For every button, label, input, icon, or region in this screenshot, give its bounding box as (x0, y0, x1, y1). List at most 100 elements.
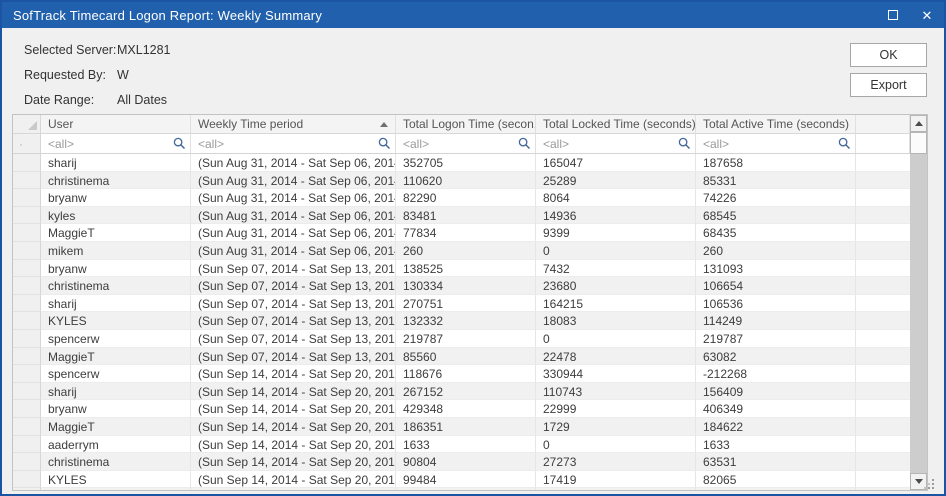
row-indicator[interactable] (13, 224, 41, 242)
scroll-up-button[interactable] (910, 115, 927, 132)
column-header-user[interactable]: User (41, 115, 191, 134)
table-row[interactable]: sharij(Sun Sep 14, 2014 - Sat Sep 20, 20… (13, 383, 910, 401)
row-indicator[interactable] (13, 242, 41, 260)
row-indicator[interactable] (13, 400, 41, 418)
table-row[interactable]: sharij(Sun Aug 31, 2014 - Sat Sep 06, 20… (13, 154, 910, 172)
cell-filler (856, 418, 910, 436)
cell-filler (856, 295, 910, 313)
cell-locked: 1729 (536, 418, 696, 436)
arrow-down-icon (915, 479, 923, 484)
cell-locked: 164215 (536, 295, 696, 313)
cell-locked: 22478 (536, 348, 696, 366)
close-button[interactable]: ✕ (910, 2, 944, 28)
cell-logon: 1633 (396, 436, 536, 454)
table-row[interactable]: christinema(Sun Sep 07, 2014 - Sat Sep 1… (13, 277, 910, 295)
cell-user: sharij (41, 295, 191, 313)
row-indicator[interactable] (13, 365, 41, 383)
row-indicator[interactable] (13, 471, 41, 489)
column-header-locked[interactable]: Total Locked Time (seconds) (536, 115, 696, 134)
row-indicator[interactable] (13, 330, 41, 348)
filter-locked[interactable]: <all> (536, 134, 696, 154)
row-indicator[interactable] (13, 207, 41, 225)
cell-user: bryanw (41, 400, 191, 418)
row-indicator[interactable] (13, 189, 41, 207)
ok-button[interactable]: OK (850, 43, 927, 67)
table-row[interactable]: sharij(Sun Sep 07, 2014 - Sat Sep 13, 20… (13, 295, 910, 313)
cell-user: MaggieT (41, 418, 191, 436)
column-header-active[interactable]: Total Active Time (seconds) (696, 115, 856, 134)
title-bar[interactable]: SofTrack Timecard Logon Report: Weekly S… (2, 2, 944, 28)
cell-period: (Sun Sep 14, 2014 - Sat Sep 20, 2014) (191, 418, 396, 436)
table-row[interactable]: KYLES(Sun Sep 07, 2014 - Sat Sep 13, 201… (13, 312, 910, 330)
table-row[interactable]: KYLES(Sun Sep 14, 2014 - Sat Sep 20, 201… (13, 471, 910, 489)
search-icon[interactable] (838, 137, 851, 150)
row-indicator[interactable] (13, 383, 41, 401)
cell-user: christinema (41, 277, 191, 295)
cell-logon: 82290 (396, 189, 536, 207)
maximize-button[interactable] (876, 2, 910, 28)
search-icon (20, 138, 22, 152)
filter-active[interactable]: <all> (696, 134, 856, 154)
table-row[interactable]: MaggieT(Sun Sep 07, 2014 - Sat Sep 13, 2… (13, 348, 910, 366)
filter-user[interactable]: <all> (41, 134, 191, 154)
vertical-scrollbar[interactable] (910, 115, 927, 490)
cell-period: (Sun Sep 07, 2014 - Sat Sep 13, 2014) (191, 277, 396, 295)
resize-grip[interactable] (924, 479, 935, 490)
table-row[interactable]: mikem(Sun Aug 31, 2014 - Sat Sep 06, 201… (13, 242, 910, 260)
table-row[interactable]: MaggieT(Sun Aug 31, 2014 - Sat Sep 06, 2… (13, 224, 910, 242)
cell-logon: 130334 (396, 277, 536, 295)
table-row[interactable]: bryanw(Sun Aug 31, 2014 - Sat Sep 06, 20… (13, 189, 910, 207)
row-indicator[interactable] (13, 488, 41, 490)
search-icon[interactable] (678, 137, 691, 150)
cell-locked: 165047 (536, 154, 696, 172)
cell-locked: 9399 (536, 224, 696, 242)
cell-active: -212268 (696, 365, 856, 383)
cell-locked: 0 (536, 242, 696, 260)
table-row[interactable]: MaggieT(Sun Sep 14, 2014 - Sat Sep 20, 2… (13, 418, 910, 436)
cell-period: (Sun Sep 14, 2014 - Sat Sep 20, 2014) (191, 436, 396, 454)
filter-period[interactable]: <all> (191, 134, 396, 154)
cell-user: kyles (41, 207, 191, 225)
search-icon[interactable] (518, 137, 531, 150)
table-row[interactable]: aaderrym(Sun Sep 14, 2014 - Sat Sep 20, … (13, 436, 910, 454)
filter-period-value: <all> (198, 137, 224, 151)
header-corner-cell[interactable] (13, 115, 41, 134)
row-indicator[interactable] (13, 348, 41, 366)
column-header-logon[interactable]: Total Logon Time (secon... (396, 115, 536, 134)
column-header-period[interactable]: Weekly Time period (191, 115, 396, 134)
table-row[interactable]: kyles(Sun Sep 21, 2014 - Sat Sep 27, 201… (13, 488, 910, 490)
cell-user: mikem (41, 242, 191, 260)
search-icon[interactable] (173, 137, 186, 150)
row-indicator[interactable] (13, 453, 41, 471)
row-indicator[interactable] (13, 154, 41, 172)
row-indicator[interactable] (13, 295, 41, 313)
table-row[interactable]: spencerw(Sun Sep 07, 2014 - Sat Sep 13, … (13, 330, 910, 348)
row-indicator[interactable] (13, 277, 41, 295)
row-indicator[interactable] (13, 312, 41, 330)
table-row[interactable]: christinema(Sun Sep 14, 2014 - Sat Sep 2… (13, 453, 910, 471)
row-indicator[interactable] (13, 418, 41, 436)
search-icon[interactable] (378, 137, 391, 150)
filter-logon[interactable]: <all> (396, 134, 536, 154)
export-button[interactable]: Export (850, 73, 927, 97)
server-label: Selected Server: (24, 43, 117, 57)
table-row[interactable]: kyles(Sun Aug 31, 2014 - Sat Sep 06, 201… (13, 207, 910, 225)
scrollbar-thumb[interactable] (910, 132, 927, 154)
scrollbar-track[interactable] (910, 154, 927, 473)
table-row[interactable]: christinema(Sun Aug 31, 2014 - Sat Sep 0… (13, 172, 910, 190)
filter-row-indicator[interactable] (13, 134, 41, 154)
row-indicator[interactable] (13, 260, 41, 278)
cell-active: 131093 (696, 260, 856, 278)
table-row[interactable]: bryanw(Sun Sep 14, 2014 - Sat Sep 20, 20… (13, 400, 910, 418)
column-header-period-label: Weekly Time period (198, 117, 303, 131)
cell-locked: 25289 (536, 172, 696, 190)
requested-by-value: W (117, 68, 129, 82)
close-icon: ✕ (922, 9, 933, 22)
info-row-requested-by: Requested By: W (24, 68, 171, 82)
row-indicator[interactable] (13, 172, 41, 190)
table-row[interactable]: bryanw(Sun Sep 07, 2014 - Sat Sep 13, 20… (13, 260, 910, 278)
row-indicator[interactable] (13, 436, 41, 454)
cell-user: christinema (41, 453, 191, 471)
table-row[interactable]: spencerw(Sun Sep 14, 2014 - Sat Sep 20, … (13, 365, 910, 383)
filter-user-value: <all> (48, 137, 74, 151)
